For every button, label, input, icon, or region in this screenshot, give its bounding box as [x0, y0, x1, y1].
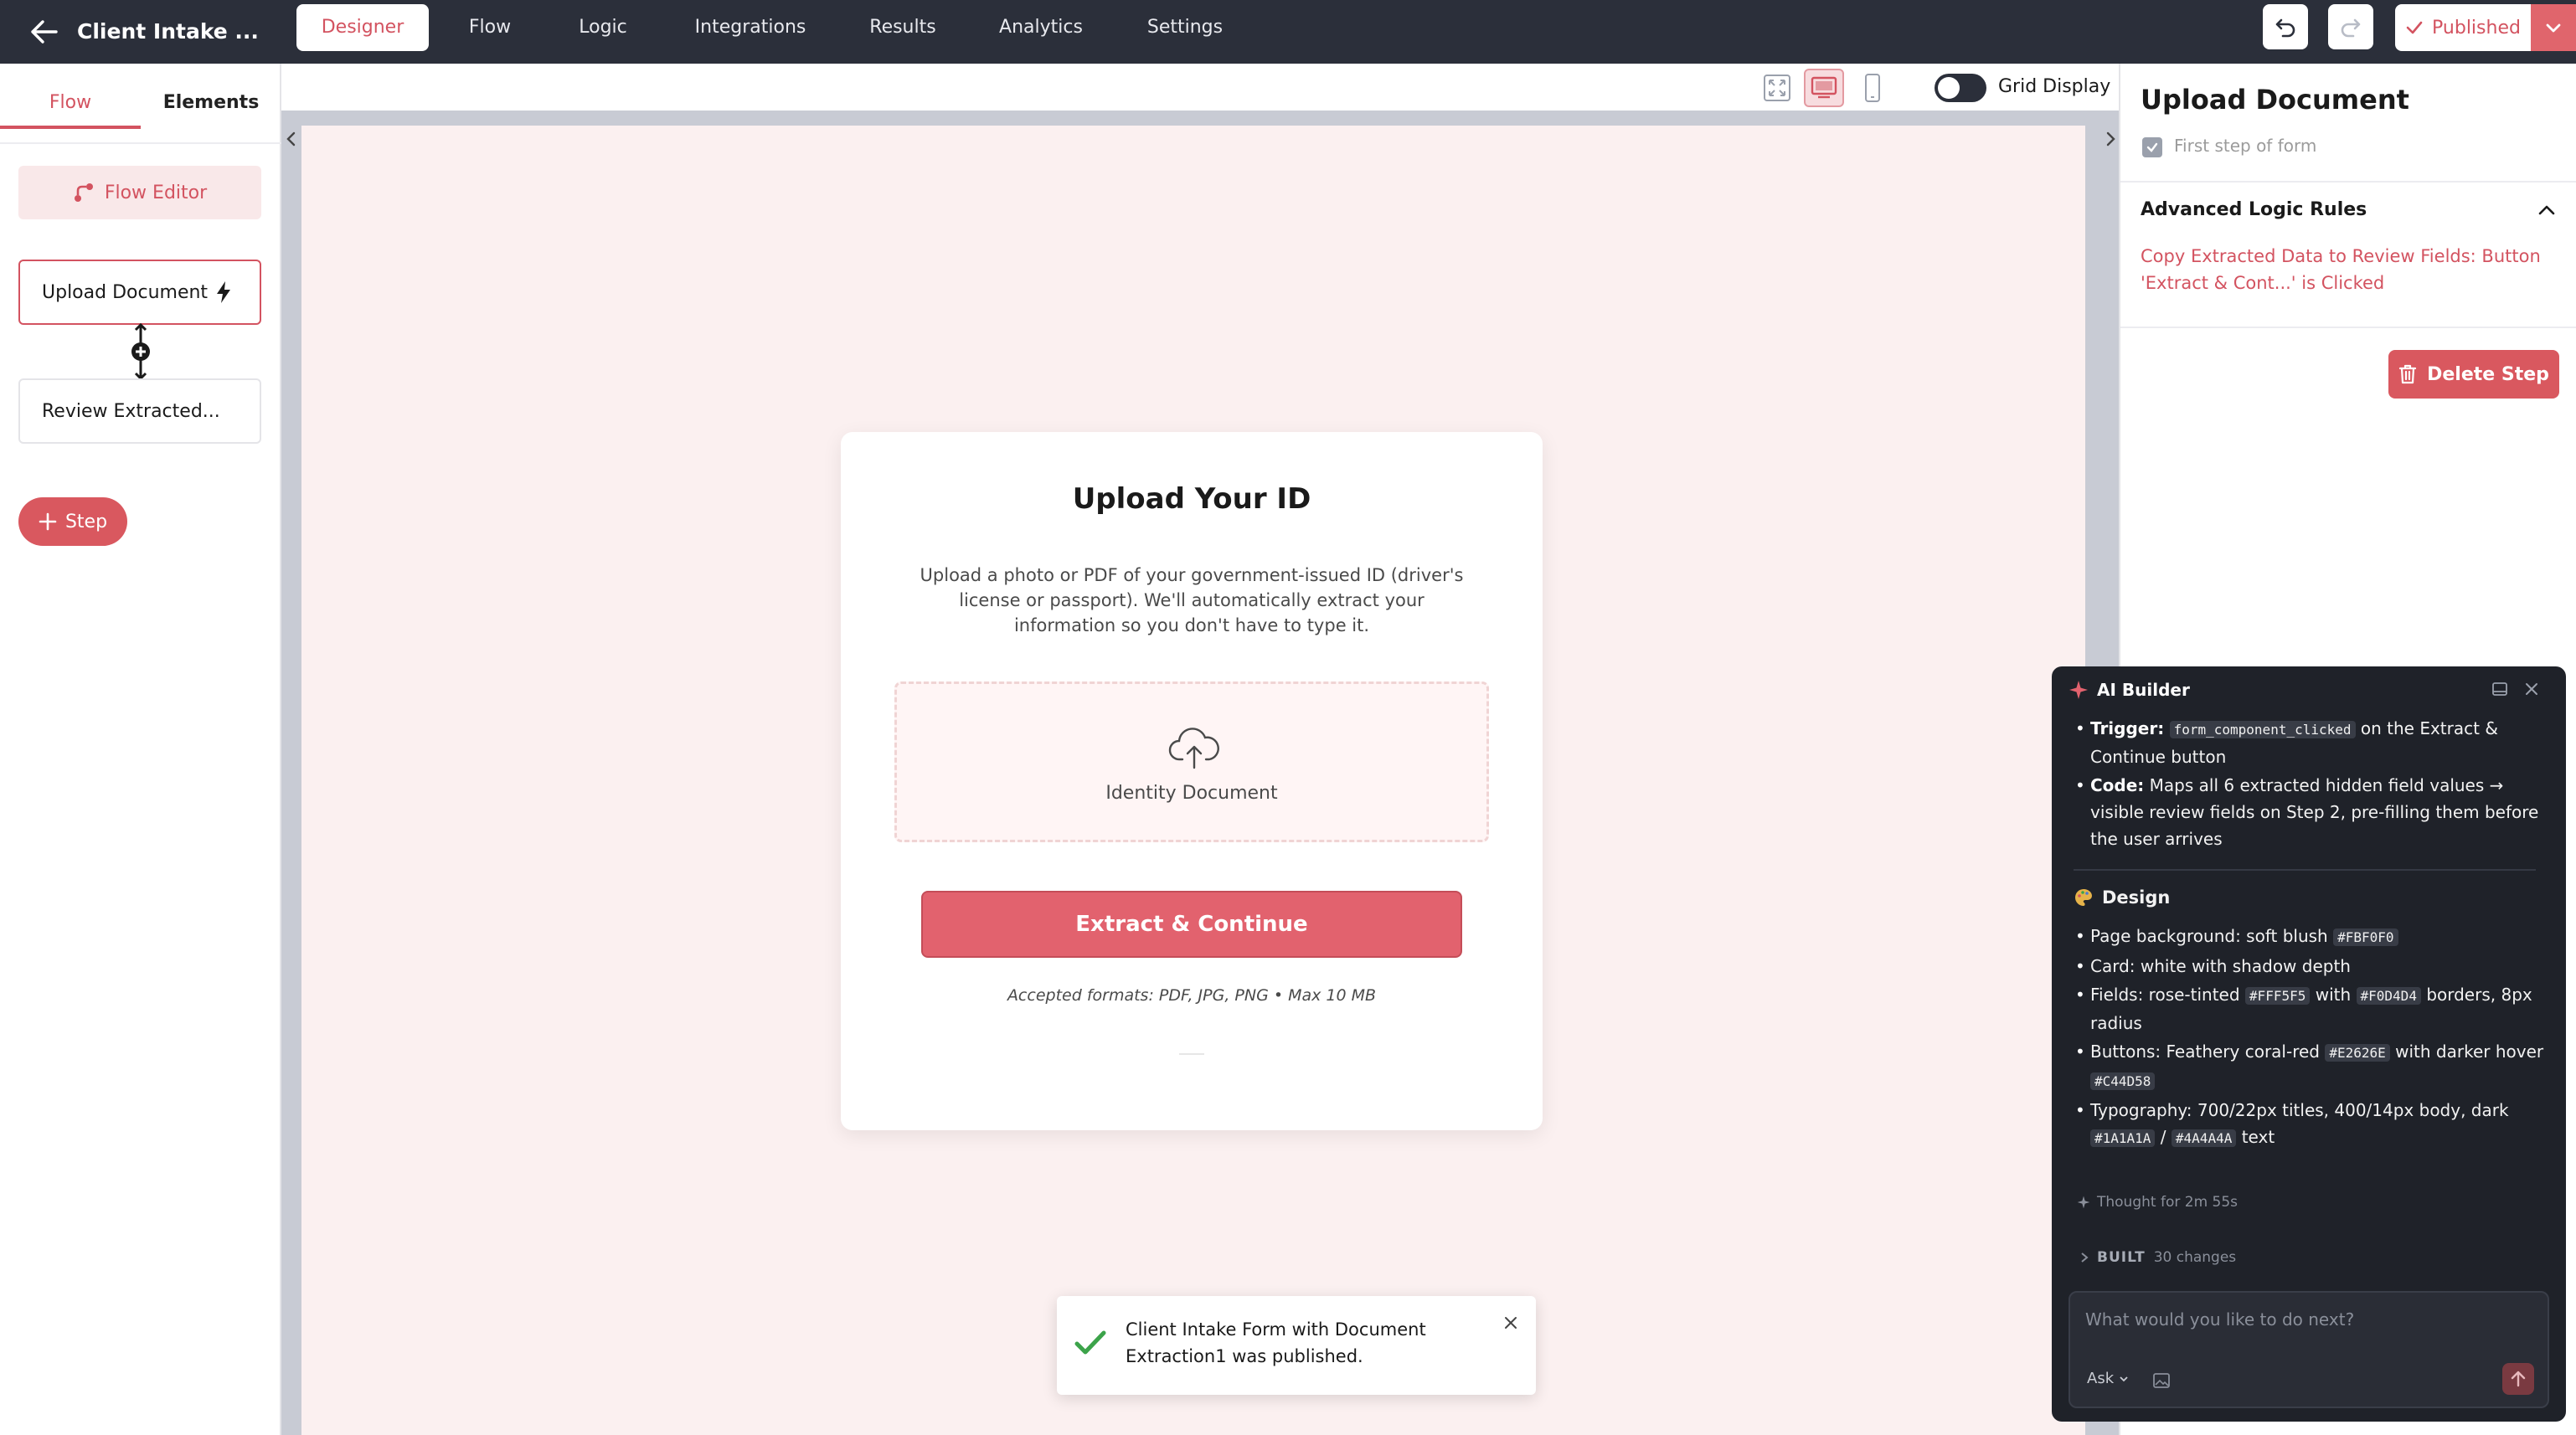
thought-indicator[interactable]: Thought for 2m 55s — [2077, 1194, 2238, 1211]
published-label: Published — [2432, 17, 2521, 39]
tab-settings[interactable]: Settings — [1136, 4, 1234, 51]
desktop-view-button[interactable] — [1804, 69, 1844, 107]
add-step-button[interactable]: Step — [18, 497, 127, 546]
tab-analytics[interactable]: Analytics — [988, 4, 1094, 51]
left-tab-elements[interactable]: Elements — [141, 77, 281, 129]
upload-label: Identity Document — [1105, 783, 1278, 804]
form-title: Client Intake ... — [77, 19, 259, 44]
ai-builder-panel: AI Builder Trigger: form_component_click… — [2052, 666, 2566, 1422]
tab-integrations[interactable]: Integrations — [682, 4, 819, 51]
undo-button[interactable] — [2263, 4, 2308, 49]
divider — [1179, 1053, 1204, 1055]
divider — [2120, 181, 2576, 183]
design-heading: Design — [2074, 884, 2554, 911]
cloud-upload-icon — [1168, 728, 1219, 769]
grid-display-label: Grid Display — [1998, 76, 2111, 97]
list-item: Typography: 700/22px titles, 400/14px bo… — [2074, 1097, 2554, 1152]
delete-step-label: Delete Step — [2427, 363, 2549, 385]
fullscreen-button[interactable] — [1757, 69, 1797, 107]
divider — [2074, 869, 2536, 871]
redo-button[interactable] — [2328, 4, 2373, 49]
publish-options-button[interactable] — [2531, 4, 2576, 51]
chevron-up-icon[interactable] — [2534, 198, 2559, 223]
chevron-right-icon — [2081, 1252, 2089, 1263]
list-item: Card: white with shadow depth — [2074, 953, 2554, 980]
ai-prompt-box: Ask — [2069, 1291, 2549, 1408]
left-panel: Flow Elements Flow Editor Upload Documen… — [0, 64, 281, 1435]
step-connector-icon[interactable] — [122, 323, 159, 380]
check-icon — [2406, 21, 2423, 34]
tab-designer[interactable]: Designer — [296, 4, 429, 51]
mode-select[interactable]: Ask — [2087, 1370, 2129, 1387]
divider — [2120, 327, 2576, 328]
extract-continue-button[interactable]: Extract & Continue — [921, 891, 1462, 958]
grid-display-toggle[interactable] — [1935, 74, 1986, 102]
collapse-left-icon[interactable] — [280, 122, 303, 156]
step-label: Upload Document — [42, 281, 209, 303]
mobile-view-button[interactable] — [1852, 69, 1893, 107]
toggle-knob — [1938, 77, 1960, 99]
redo-icon — [2341, 18, 2361, 38]
step-upload-document[interactable]: Upload Document — [18, 260, 261, 325]
ai-prompt-input[interactable] — [2085, 1304, 2529, 1335]
tab-flow[interactable]: Flow — [452, 4, 528, 51]
step-label: Review Extracted... — [42, 400, 220, 422]
built-changes-toggle[interactable]: BUILT 30 changes — [2080, 1249, 2236, 1266]
palette-icon — [2075, 889, 2092, 906]
first-step-checkbox[interactable] — [2142, 137, 2162, 157]
view-toolbar — [281, 64, 2119, 111]
desktop-icon — [1811, 76, 1837, 99]
check-icon — [2146, 142, 2158, 152]
left-tab-flow[interactable]: Flow — [0, 77, 141, 129]
step-title: Upload Document — [2141, 84, 2409, 116]
tab-results[interactable]: Results — [859, 4, 946, 51]
logic-rule-link[interactable]: Copy Extracted Data to Review Fields: Bu… — [2141, 243, 2559, 296]
image-attach-icon[interactable] — [2151, 1370, 2172, 1391]
chevron-down-icon — [2120, 1376, 2128, 1381]
send-button[interactable] — [2502, 1363, 2534, 1395]
ai-response: Trigger: form_component_clicked on the E… — [2074, 715, 2554, 1154]
tab-logic[interactable]: Logic — [566, 4, 640, 51]
close-icon[interactable] — [1499, 1311, 1522, 1335]
close-icon[interactable] — [2521, 678, 2543, 700]
step-review-extracted[interactable]: Review Extracted... — [18, 378, 261, 444]
form-heading: Upload Your ID — [1072, 482, 1311, 516]
top-bar: Client Intake ... Designer Flow Logic In… — [0, 0, 2576, 64]
toast-message: Client Intake Form with Document Extract… — [1126, 1319, 1426, 1366]
list-item: Buttons: Feathery coral-red #E2626E with… — [2074, 1038, 2554, 1095]
lightning-icon — [217, 281, 231, 303]
advanced-logic-heading: Advanced Logic Rules — [2141, 199, 2367, 220]
first-step-label: First step of form — [2174, 136, 2317, 156]
flow-editor-icon — [74, 183, 93, 202]
undo-icon — [2275, 18, 2295, 38]
arrow-up-icon — [2511, 1371, 2526, 1387]
delete-step-button[interactable]: Delete Step — [2388, 350, 2559, 399]
fullscreen-icon — [1764, 75, 1790, 101]
list-item: Fields: rose-tinted #FFF5F5 with #F0D4D4… — [2074, 981, 2554, 1036]
ai-builder-title: AI Builder — [2097, 680, 2190, 700]
list-item: Page background: soft blush #FBF0F0 — [2074, 923, 2554, 951]
list-item: Trigger: form_component_clicked on the E… — [2074, 715, 2554, 770]
minimize-icon[interactable] — [2489, 678, 2511, 700]
ai-builder-header: AI Builder — [2069, 676, 2190, 703]
add-step-label: Step — [64, 511, 108, 532]
plus-icon — [39, 512, 57, 531]
left-panel-divider — [0, 142, 281, 144]
published-button[interactable]: Published — [2395, 4, 2531, 51]
published-toast: Client Intake Form with Document Extract… — [1057, 1296, 1536, 1395]
sparkle-icon — [2069, 681, 2088, 699]
form-card: Upload Your ID Upload a photo or PDF of … — [841, 432, 1543, 1130]
sparkle-icon — [2077, 1196, 2090, 1209]
trash-icon — [2399, 364, 2417, 384]
success-check-icon — [1074, 1330, 1106, 1355]
list-item: Code: Maps all 6 extracted hidden field … — [2074, 772, 2554, 852]
mobile-icon — [1865, 74, 1880, 102]
back-arrow-icon[interactable] — [23, 12, 64, 52]
flow-editor-button[interactable]: Flow Editor — [18, 166, 261, 219]
flow-editor-label: Flow Editor — [104, 182, 208, 203]
file-upload-dropzone[interactable]: Identity Document — [894, 681, 1489, 842]
chevron-down-icon — [2546, 23, 2561, 33]
form-description: Upload a photo or PDF of your government… — [920, 565, 1464, 635]
accepted-formats-text: Accepted formats: PDF, JPG, PNG • Max 10… — [1007, 986, 1377, 1005]
